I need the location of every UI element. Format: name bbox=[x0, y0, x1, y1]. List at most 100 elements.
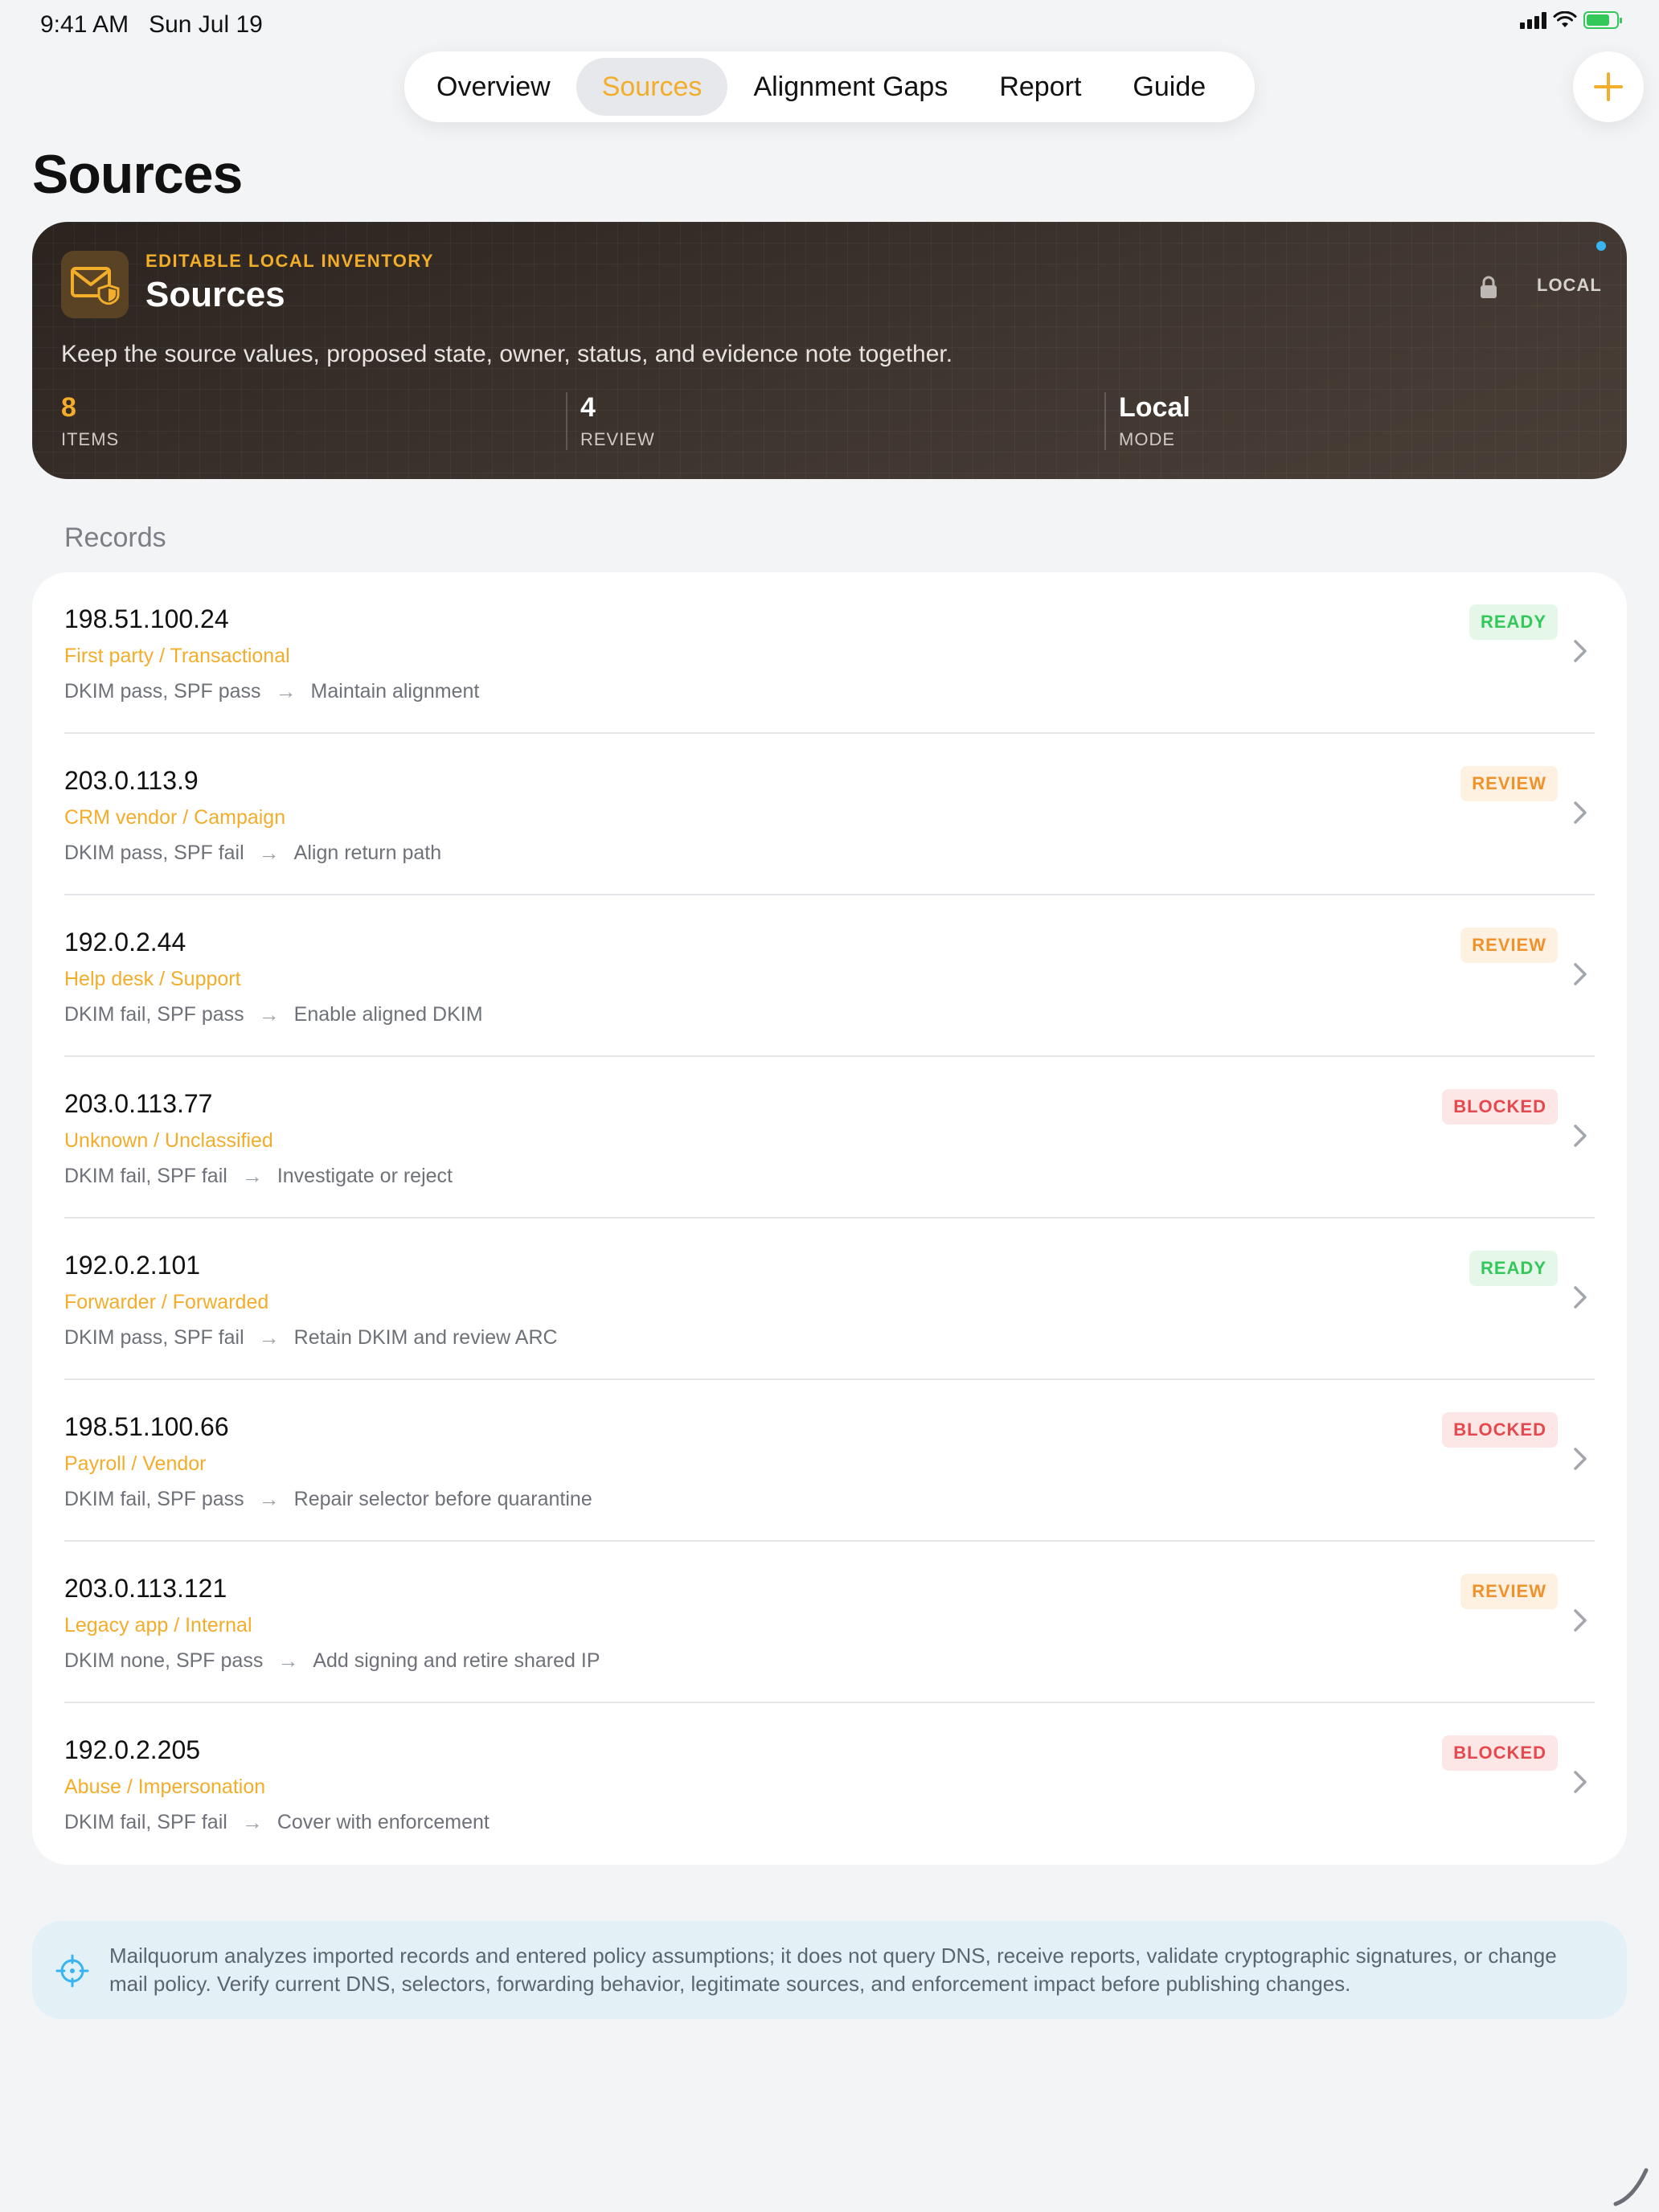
record-action: Retain DKIM and review ARC bbox=[293, 1326, 558, 1349]
battery-charging-icon bbox=[1583, 11, 1622, 29]
record-row[interactable]: 192.0.2.44 Help desk / Support DKIM fail… bbox=[64, 895, 1595, 1057]
arrow-right-icon: → bbox=[275, 679, 297, 703]
record-row[interactable]: 192.0.2.205 Abuse / Impersonation DKIM f… bbox=[64, 1703, 1595, 1865]
record-checks-line: DKIM none, SPF pass → Add signing and re… bbox=[64, 1649, 600, 1673]
page-title: Sources bbox=[32, 144, 243, 205]
record-row[interactable]: 203.0.113.9 CRM vendor / Campaign DKIM p… bbox=[64, 734, 1595, 895]
stat-value: 4 bbox=[580, 392, 596, 423]
status-badge: BLOCKED bbox=[1442, 1412, 1558, 1448]
arrow-right-icon: → bbox=[241, 1810, 263, 1834]
tab-sources[interactable]: Sources bbox=[576, 58, 728, 116]
record-checks-line: DKIM pass, SPF fail → Retain DKIM and re… bbox=[64, 1325, 558, 1350]
chevron-right-icon bbox=[1574, 963, 1587, 985]
status-badge: REVIEW bbox=[1460, 766, 1558, 801]
lock-icon bbox=[1481, 276, 1497, 298]
records-section-label: Records bbox=[64, 522, 166, 553]
records-list: 198.51.100.24 First party / Transactiona… bbox=[32, 572, 1627, 1865]
tab-alignment-gaps[interactable]: Alignment Gaps bbox=[727, 58, 973, 116]
record-checks-line: DKIM fail, SPF fail → Investigate or rej… bbox=[64, 1164, 453, 1189]
status-time: 9:41 AM Sun Jul 19 bbox=[40, 11, 263, 39]
record-row[interactable]: 203.0.113.121 Legacy app / Internal DKIM… bbox=[64, 1542, 1595, 1703]
arrow-right-icon: → bbox=[258, 1487, 280, 1511]
arrow-right-icon: → bbox=[258, 1002, 280, 1026]
stat-label: REVIEW bbox=[580, 429, 655, 449]
record-row[interactable]: 203.0.113.77 Unknown / Unclassified DKIM… bbox=[64, 1057, 1595, 1219]
record-checks-line: DKIM pass, SPF fail → Align return path bbox=[64, 841, 441, 866]
cellular-signal-icon bbox=[1520, 11, 1546, 29]
envelope-shield-icon bbox=[71, 267, 120, 305]
record-ip: 203.0.113.121 bbox=[64, 1574, 227, 1603]
arrow-right-icon: → bbox=[277, 1649, 299, 1673]
hero-icon-tile bbox=[61, 251, 129, 318]
status-badge: REVIEW bbox=[1460, 928, 1558, 963]
record-ip: 192.0.2.101 bbox=[64, 1251, 201, 1280]
record-action: Enable aligned DKIM bbox=[293, 1003, 483, 1026]
status-icons bbox=[1520, 11, 1622, 29]
stat-value: Local bbox=[1119, 392, 1190, 423]
record-checks: DKIM fail, SPF pass bbox=[64, 1003, 244, 1026]
record-checks: DKIM pass, SPF fail bbox=[64, 842, 244, 864]
local-mode-badge: LOCAL bbox=[1537, 275, 1602, 295]
crosshair-icon bbox=[55, 1954, 89, 1988]
status-badge: READY bbox=[1469, 1251, 1558, 1286]
record-category: Forwarder / Forwarded bbox=[64, 1291, 269, 1313]
add-record-button[interactable] bbox=[1573, 51, 1644, 122]
record-row[interactable]: 198.51.100.24 First party / Transactiona… bbox=[64, 572, 1595, 734]
record-ip: 198.51.100.66 bbox=[64, 1412, 229, 1441]
record-action: Repair selector before quarantine bbox=[293, 1488, 592, 1510]
record-ip: 203.0.113.77 bbox=[64, 1089, 213, 1118]
hero-description: Keep the source values, proposed state, … bbox=[61, 341, 953, 367]
hero-title: Sources bbox=[145, 275, 285, 314]
disclaimer-text: Mailquorum analyzes imported records and… bbox=[109, 1944, 1557, 1996]
record-action: Investigate or reject bbox=[276, 1165, 453, 1187]
chevron-right-icon bbox=[1574, 1124, 1587, 1147]
record-checks: DKIM pass, SPF fail bbox=[64, 1326, 244, 1349]
status-date: Sun Jul 19 bbox=[149, 11, 263, 38]
arrow-right-icon: → bbox=[258, 841, 280, 865]
status-badge: BLOCKED bbox=[1442, 1735, 1558, 1771]
record-checks-line: DKIM pass, SPF pass → Maintain alignment bbox=[64, 679, 479, 704]
chevron-right-icon bbox=[1574, 1609, 1587, 1632]
record-checks: DKIM none, SPF pass bbox=[64, 1649, 264, 1672]
record-ip: 192.0.2.44 bbox=[64, 928, 186, 956]
arrow-right-icon: → bbox=[241, 1164, 263, 1188]
wifi-icon bbox=[1553, 11, 1577, 27]
record-category: Unknown / Unclassified bbox=[64, 1129, 273, 1152]
record-checks: DKIM fail, SPF fail bbox=[64, 1811, 227, 1833]
record-ip: 203.0.113.9 bbox=[64, 766, 199, 795]
record-action: Cover with enforcement bbox=[276, 1811, 490, 1833]
record-category: Legacy app / Internal bbox=[64, 1614, 252, 1636]
chevron-right-icon bbox=[1574, 1448, 1587, 1470]
record-checks: DKIM pass, SPF pass bbox=[64, 680, 261, 703]
status-badge: BLOCKED bbox=[1442, 1089, 1558, 1124]
disclaimer-note: Mailquorum analyzes imported records and… bbox=[32, 1921, 1627, 2019]
hero-eyebrow: EDITABLE LOCAL INVENTORY bbox=[145, 251, 435, 271]
record-checks: DKIM fail, SPF fail bbox=[64, 1165, 227, 1187]
tab-guide[interactable]: Guide bbox=[1107, 58, 1231, 116]
record-row[interactable]: 198.51.100.66 Payroll / Vendor DKIM fail… bbox=[64, 1380, 1595, 1542]
record-row[interactable]: 192.0.2.101 Forwarder / Forwarded DKIM p… bbox=[64, 1219, 1595, 1380]
stat-label: ITEMS bbox=[61, 429, 120, 449]
chevron-right-icon bbox=[1574, 801, 1587, 824]
stat-value: 8 bbox=[61, 392, 76, 423]
arrow-right-icon: → bbox=[258, 1325, 280, 1350]
chevron-right-icon bbox=[1574, 640, 1587, 662]
tab-report[interactable]: Report bbox=[973, 58, 1107, 116]
scroll-indicator-icon bbox=[1613, 2168, 1649, 2206]
sync-indicator-dot bbox=[1596, 241, 1606, 251]
record-checks-line: DKIM fail, SPF fail → Cover with enforce… bbox=[64, 1810, 490, 1835]
record-category: Abuse / Impersonation bbox=[64, 1776, 266, 1798]
stat-label: MODE bbox=[1119, 429, 1175, 449]
record-category: First party / Transactional bbox=[64, 645, 290, 667]
record-checks-line: DKIM fail, SPF pass → Enable aligned DKI… bbox=[64, 1002, 483, 1027]
record-ip: 198.51.100.24 bbox=[64, 604, 229, 633]
tab-overview[interactable]: Overview bbox=[411, 58, 576, 116]
record-ip: 192.0.2.205 bbox=[64, 1735, 201, 1764]
record-checks: DKIM fail, SPF pass bbox=[64, 1488, 244, 1510]
record-category: Payroll / Vendor bbox=[64, 1452, 207, 1475]
record-category: Help desk / Support bbox=[64, 968, 241, 990]
record-action: Add signing and retire shared IP bbox=[313, 1649, 600, 1672]
status-badge: READY bbox=[1469, 604, 1558, 640]
segmented-tab-bar: Overview Sources Alignment Gaps Report G… bbox=[404, 51, 1255, 122]
chevron-right-icon bbox=[1574, 1286, 1587, 1309]
